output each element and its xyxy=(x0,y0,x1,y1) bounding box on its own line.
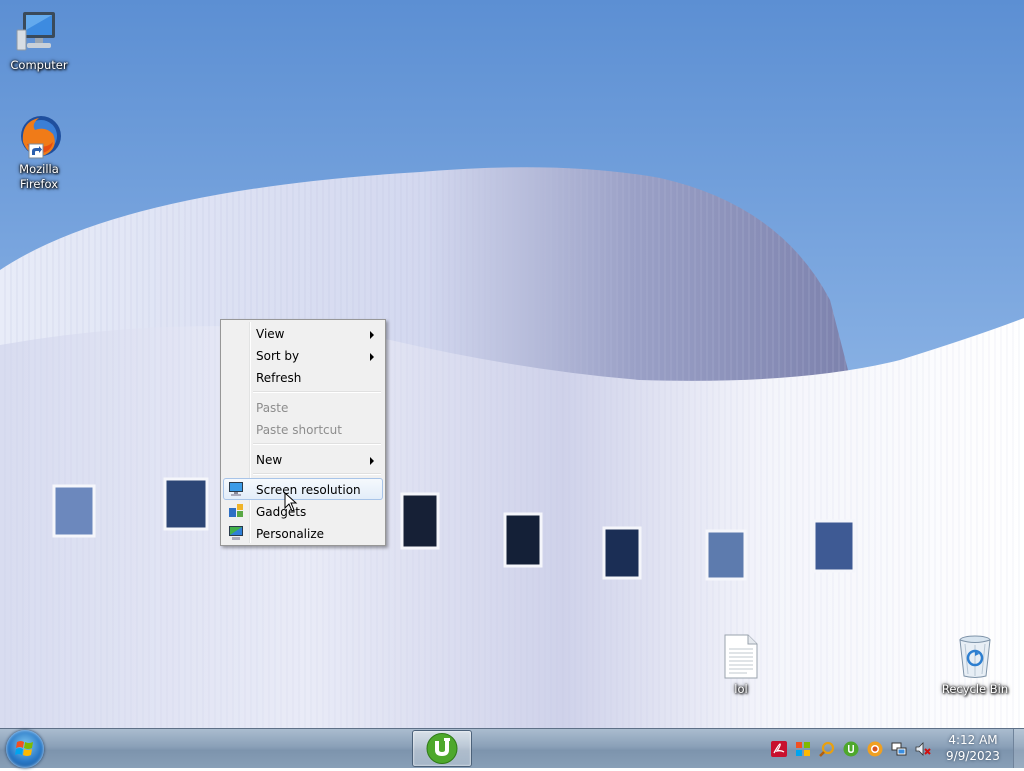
windows-logo-icon xyxy=(15,741,33,756)
menu-item-screen-resolution[interactable]: Screen resolution xyxy=(223,478,383,500)
search-magnifier-icon[interactable] xyxy=(819,741,835,757)
menu-item-gadgets[interactable]: Gadgets xyxy=(223,500,383,522)
menu-item-label: Paste shortcut xyxy=(256,423,342,437)
menu-separator xyxy=(253,473,381,475)
start-button[interactable] xyxy=(6,730,44,768)
monitor-icon xyxy=(228,481,244,497)
clock-date: 9/9/2023 xyxy=(946,749,1000,763)
menu-item-label: Personalize xyxy=(256,527,325,541)
volume-muted-icon[interactable] xyxy=(915,741,931,757)
desktop-wallpaper[interactable] xyxy=(0,0,1024,728)
desktop-icon-firefox[interactable]: Mozilla Firefox xyxy=(1,112,77,192)
utorrent-tray-icon[interactable] xyxy=(843,741,859,757)
desktop-icon-label: Computer xyxy=(10,58,68,72)
menu-item-label: Refresh xyxy=(256,371,302,385)
gadgets-icon xyxy=(228,503,244,519)
desktop-icon-computer[interactable]: Computer xyxy=(1,8,77,73)
text-file-icon xyxy=(717,632,765,680)
personalize-icon xyxy=(228,525,244,541)
desktop-icon-recycle-bin[interactable]: Recycle Bin xyxy=(937,632,1013,697)
system-clock[interactable]: 4:12 AM 9/9/2023 xyxy=(940,732,1006,764)
taskbar-utorrent-button[interactable] xyxy=(412,730,472,767)
network-icon[interactable] xyxy=(891,741,907,757)
firefox-icon xyxy=(15,112,63,160)
taskbar: 4:12 AM 9/9/2023 xyxy=(0,728,1024,768)
menu-item-sort-by[interactable]: Sort by xyxy=(223,344,383,366)
recycle-bin-icon xyxy=(951,632,999,680)
menu-item-paste-shortcut[interactable]: Paste shortcut xyxy=(223,418,383,440)
desktop-icon-label: Recycle Bin xyxy=(941,682,1009,696)
menu-item-label: Screen resolution xyxy=(256,483,361,497)
submenu-arrow-icon xyxy=(370,331,374,339)
menu-item-personalize[interactable]: Personalize xyxy=(223,522,383,544)
submenu-arrow-icon xyxy=(370,457,374,465)
show-desktop-button[interactable] xyxy=(1013,729,1024,768)
clock-time: 4:12 AM xyxy=(948,733,998,747)
menu-item-new[interactable]: New xyxy=(223,448,383,470)
desktop-icon-lol-file[interactable]: lol xyxy=(703,632,779,697)
menu-item-label: Paste xyxy=(256,401,289,415)
menu-item-label: View xyxy=(256,327,285,341)
desktop-context-menu: View Sort by Refresh Paste Paste shortcu… xyxy=(220,319,386,546)
menu-item-refresh[interactable]: Refresh xyxy=(223,366,383,388)
menu-item-label: New xyxy=(256,453,283,467)
utorrent-icon xyxy=(426,733,458,764)
mouse-cursor-icon xyxy=(284,491,298,515)
menu-item-view[interactable]: View xyxy=(223,322,383,344)
menu-item-label: Sort by xyxy=(256,349,300,363)
menu-item-paste[interactable]: Paste xyxy=(223,396,383,418)
desktop-icon-label: lol xyxy=(734,682,748,696)
menu-separator xyxy=(253,391,381,393)
menu-item-label: Gadgets xyxy=(256,505,307,519)
submenu-arrow-icon xyxy=(370,353,374,361)
update-icon[interactable] xyxy=(867,741,883,757)
menu-separator xyxy=(253,443,381,445)
computer-icon xyxy=(15,8,63,56)
desktop-icon-label: Mozilla Firefox xyxy=(19,162,59,191)
acrobat-icon[interactable] xyxy=(771,741,787,757)
windows-flag-icon[interactable] xyxy=(795,741,811,757)
